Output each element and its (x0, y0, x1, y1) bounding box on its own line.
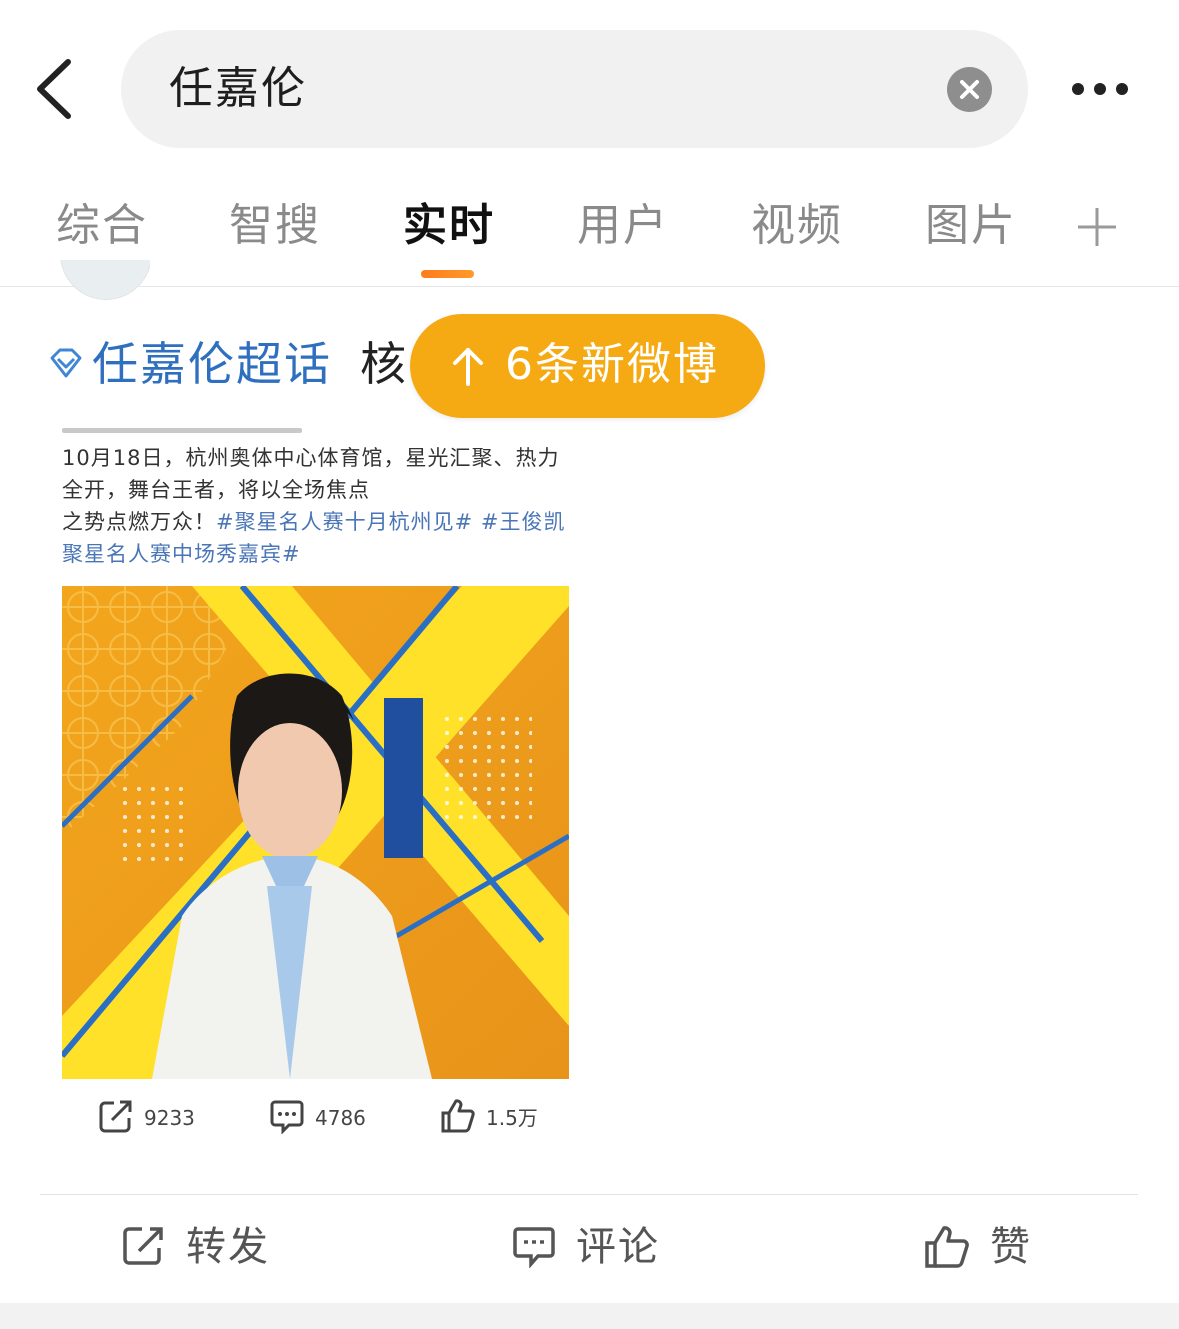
actions-divider (40, 1194, 1138, 1195)
header-divider (0, 286, 1179, 287)
thumbs-up-icon (925, 1226, 969, 1268)
new-posts-label: 6条新微博 (505, 339, 719, 390)
poster-graphic (62, 586, 569, 1079)
tab-images[interactable]: 图片 (925, 196, 1017, 256)
clear-search-button[interactable] (947, 67, 992, 112)
arrow-up-icon (453, 348, 483, 386)
bottom-spacer (0, 1303, 1179, 1329)
post-body-line: 10月18日，杭州奥体中心体育馆，星光汇聚、热力 (62, 446, 560, 470)
thumbs-up-icon (441, 1099, 475, 1133)
repost-count-text: 9233 (144, 1106, 195, 1130)
post-header-text: 核 (360, 337, 406, 391)
hashtag-link[interactable]: 聚星名人赛中场秀嘉宾# (62, 538, 572, 570)
tab-smart-search[interactable]: 智搜 (229, 196, 321, 256)
post-body: 10月18日，杭州奥体中心体育馆，星光汇聚、热力 全开，舞台王者，将以全场焦点 … (62, 442, 572, 570)
back-button[interactable] (30, 58, 80, 120)
search-input[interactable]: 任嘉伦 (169, 58, 307, 120)
share-icon (123, 1227, 163, 1265)
new-posts-button[interactable]: 6条新微博 (410, 314, 765, 418)
hashtag-link[interactable]: #王俊凯 (481, 510, 566, 534)
topic-label: 任嘉伦超话 (92, 337, 332, 391)
add-tab-button[interactable] (1076, 206, 1118, 248)
tab-realtime[interactable]: 实时 (403, 196, 495, 256)
repost-label: 转发 (186, 1224, 270, 1270)
plus-icon (1078, 208, 1116, 246)
comment-button[interactable]: 评论 (512, 1218, 672, 1278)
embedded-stats-bar: 9233 4786 1.5万 (62, 1090, 582, 1146)
repost-icon (99, 1100, 132, 1133)
comment-label: 评论 (576, 1224, 660, 1270)
close-icon (960, 80, 979, 99)
tab-videos[interactable]: 视频 (751, 196, 843, 256)
avatar[interactable] (60, 260, 150, 300)
like-button[interactable]: 赞 (924, 1218, 1044, 1278)
more-dots-icon (1072, 83, 1128, 95)
comment-count-text: 4786 (315, 1106, 366, 1130)
like-count-text: 1.5万 (486, 1106, 538, 1130)
tab-users[interactable]: 用户 (577, 196, 669, 256)
comment-icon (270, 1100, 304, 1134)
active-tab-indicator (421, 270, 474, 278)
repost-button[interactable]: 转发 (122, 1218, 282, 1278)
post-image[interactable] (62, 586, 569, 1079)
back-arrow-icon (37, 59, 71, 119)
tab-comprehensive[interactable]: 综合 (56, 196, 148, 256)
comment-icon (513, 1227, 555, 1268)
hashtag-link[interactable]: #聚星名人赛十月杭州见# (216, 510, 473, 534)
more-options-button[interactable] (1064, 70, 1144, 110)
post-body-line: 全开，舞台王者，将以全场焦点 (62, 478, 370, 502)
search-bar[interactable]: 任嘉伦 (121, 30, 1028, 148)
diamond-icon (50, 348, 82, 378)
like-label: 赞 (990, 1224, 1032, 1270)
post-body-line: 之势点燃万众！ (62, 510, 216, 534)
truncated-text-line (62, 422, 302, 436)
